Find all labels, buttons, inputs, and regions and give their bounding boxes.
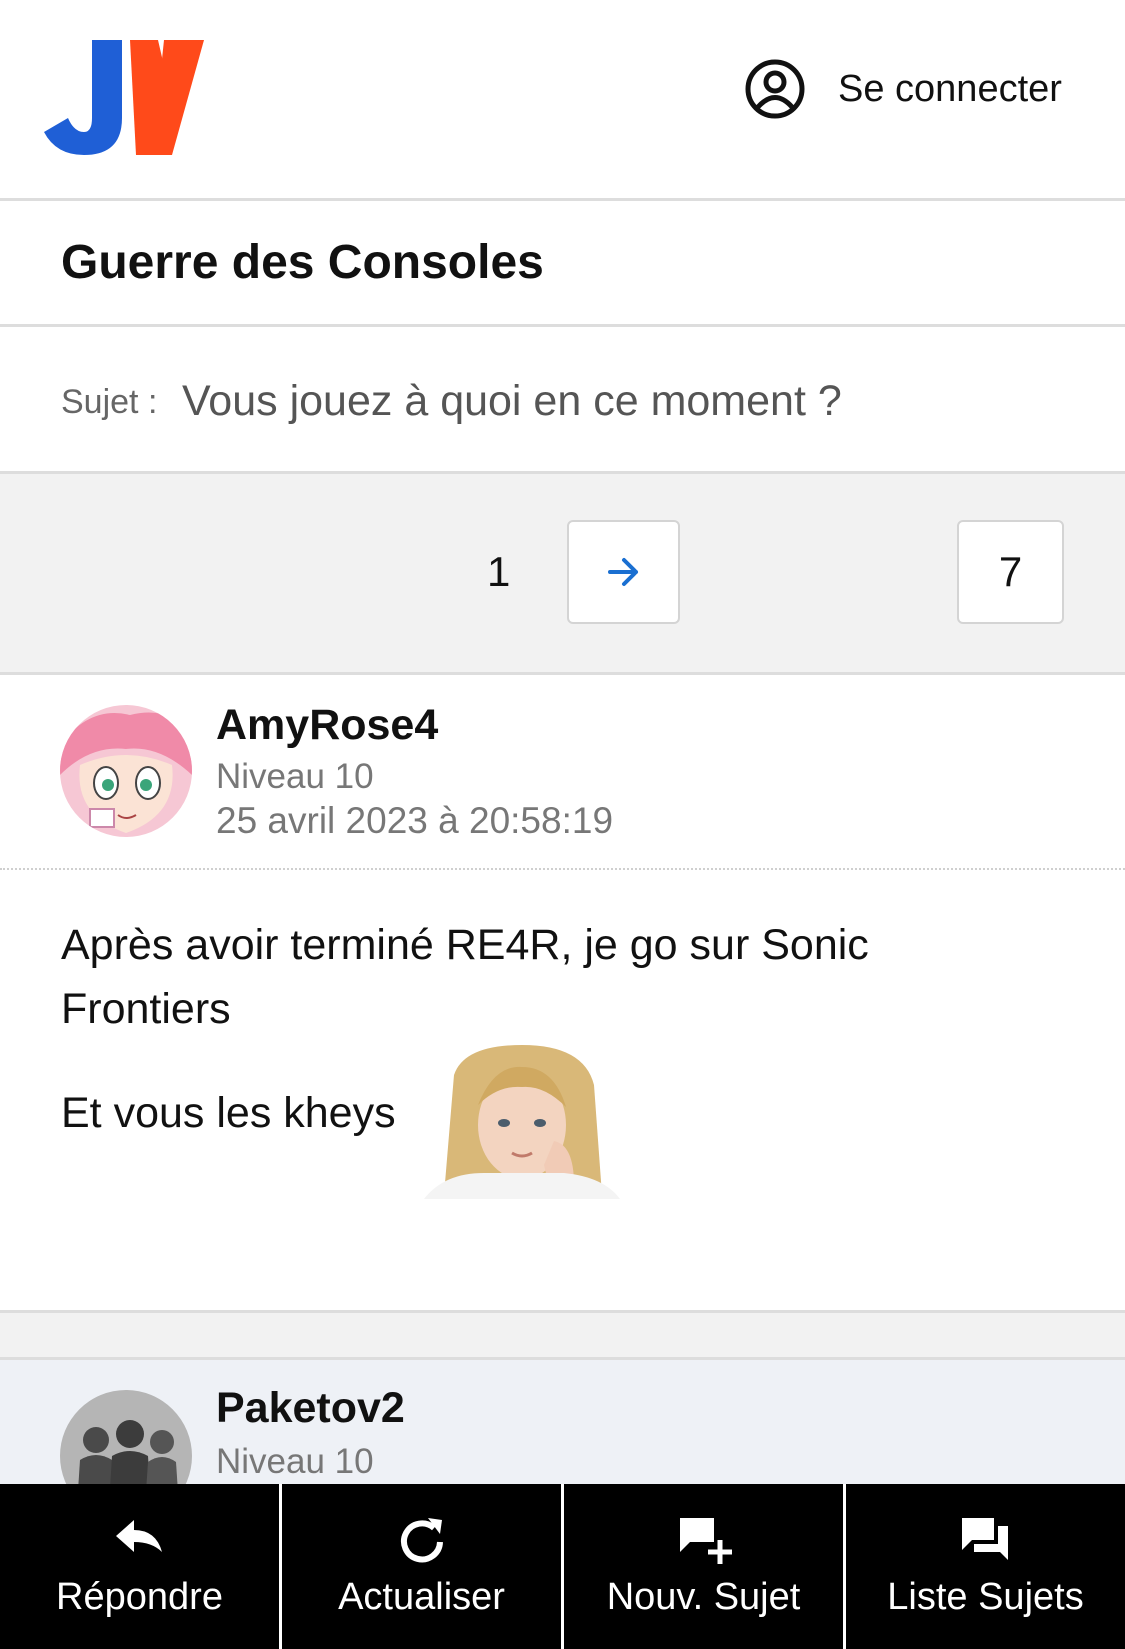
subject-bar: Sujet : Vous jouez à quoi en ce moment ? — [0, 327, 1125, 474]
pagination: 1 7 — [0, 474, 1125, 675]
post-level: Niveau 10 — [216, 757, 374, 796]
blonde-girl-sticker — [424, 1045, 620, 1199]
arrow-right-icon — [607, 558, 638, 586]
subject-prefix: Sujet : — [61, 383, 158, 421]
login-label: Se connecter — [838, 67, 1062, 110]
new-topic-button[interactable]: Nouv. Sujet — [564, 1484, 846, 1649]
topic-list-icon — [961, 1518, 1008, 1560]
bottom-toolbar: Répondre Actualiser Nouv. Sujet Liste Su… — [0, 1484, 1125, 1649]
refresh-label: Actualiser — [338, 1576, 505, 1618]
post-level: Niveau 10 — [216, 1442, 374, 1481]
post-divider — [0, 868, 1125, 870]
silhouettes-avatar[interactable] — [60, 1390, 192, 1484]
user-circle-icon — [745, 59, 805, 119]
login-button[interactable]: Se connecter — [744, 58, 1062, 120]
post-text-line: Frontiers — [61, 985, 231, 1033]
post-separator — [0, 1310, 1125, 1360]
jv-logo[interactable] — [44, 40, 204, 155]
topic-list-button[interactable]: Liste Sujets — [846, 1484, 1125, 1649]
new-topic-icon — [679, 1518, 732, 1564]
forum-bar: Guerre des Consoles — [0, 201, 1125, 327]
reply-button[interactable]: Répondre — [0, 1484, 282, 1649]
post-author[interactable]: Paketov2 — [216, 1384, 405, 1433]
post-author[interactable]: AmyRose4 — [216, 701, 438, 750]
post-text-line: Après avoir terminé RE4R, je go sur Soni… — [61, 921, 869, 969]
post: AmyRose4 Niveau 10 25 avril 2023 à 20:58… — [0, 675, 1125, 1310]
last-page-button[interactable]: 7 — [957, 520, 1064, 624]
refresh-icon — [400, 1518, 443, 1563]
forum-title[interactable]: Guerre des Consoles — [61, 235, 544, 290]
next-page-button[interactable] — [567, 520, 680, 624]
reply-icon — [115, 1520, 162, 1552]
topic-list-label: Liste Sujets — [887, 1576, 1084, 1618]
reply-label: Répondre — [56, 1576, 223, 1618]
current-page: 1 — [487, 548, 511, 595]
site-header: Se connecter — [0, 0, 1125, 201]
amy-rose-avatar[interactable] — [60, 705, 192, 837]
subject-title: Vous jouez à quoi en ce moment ? — [182, 377, 842, 425]
new-topic-label: Nouv. Sujet — [606, 1576, 801, 1618]
post-text-line: Et vous les kheys — [61, 1089, 396, 1137]
post-date[interactable]: 25 avril 2023 à 20:58:19 — [216, 800, 613, 842]
refresh-button[interactable]: Actualiser — [282, 1484, 564, 1649]
post: Paketov2 Niveau 10 — [0, 1360, 1125, 1484]
